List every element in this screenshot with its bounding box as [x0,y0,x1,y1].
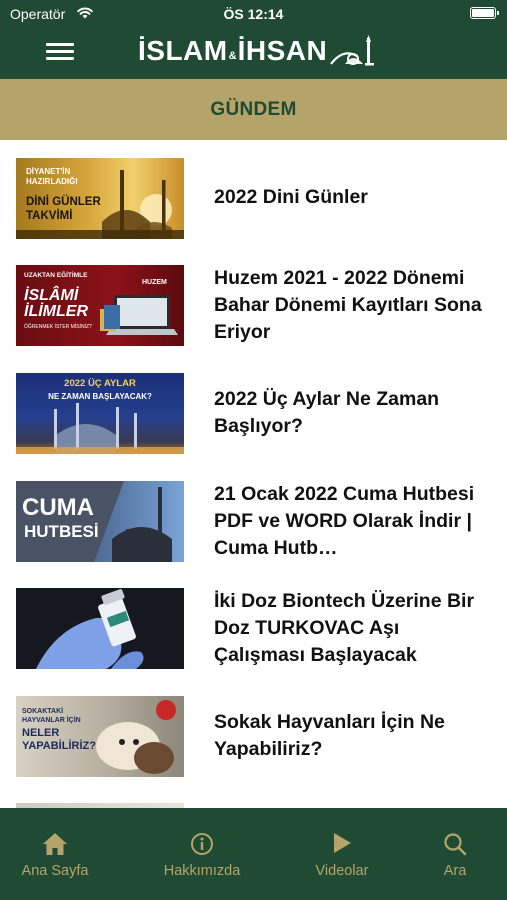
article-item-huzem[interactable]: UZAKTAN EĞİTİMLE İSLÂMİ İLİMLER ÖĞRENMEK… [0,265,507,346]
article-title: İki Doz Biontech Üzerine Bir Doz TURKOVA… [214,590,475,666]
thumb-caption: DİNİ GÜNLER [26,196,101,208]
tab-label: Ana Sayfa [21,863,89,879]
article-thumbnail: UZAKTAN EĞİTİMLE İSLÂMİ İLİMLER ÖĞRENMEK… [16,265,184,346]
play-icon [334,833,351,853]
article-item-dini-gunler[interactable]: DİYANET'İN HAZIRLADIĞI DİNİ GÜNLER TAKVİ… [0,158,507,239]
tab-hakkimizda[interactable]: Hakkımızda [152,808,252,900]
article-title: Huzem 2021 - 2022 Dönemi Bahar Dönemi Ka… [214,267,482,343]
thumb-caption: YAPABİLİRİZ? [22,740,96,752]
section-title: GÜNDEM [210,98,297,120]
thumb-caption: NELER [22,727,60,739]
article-list[interactable]: DİYANET'İN HAZIRLADIĞI DİNİ GÜNLER TAKVİ… [0,140,507,808]
thumb-caption: TAKVİMİ [26,210,73,222]
status-bar: Operatör ÖS 12:14 [0,0,507,28]
thumb-caption: HAYVANLAR İÇİN [22,717,81,724]
thumb-caption: HUTBESİ [24,522,99,541]
tab-ara[interactable]: Ara [424,808,486,900]
article-title: 2022 Üç Aylar Ne Zaman Başlıyor? [214,388,440,437]
article-title: 21 Ocak 2022 Cuma Hutbesi PDF ve WORD Ol… [214,483,475,559]
app-header: Operatör ÖS 12:14 İSLAM & İHSAN [0,0,507,79]
article-item-turkovac[interactable]: İki Doz Biontech Üzerine Bir Doz TURKOVA… [0,588,507,669]
logo-text-ihsan: İHSAN [237,35,328,66]
article-item-uc-aylar[interactable]: 2022 ÜÇ AYLAR NE ZAMAN BAŞLAYACAK? 2022 … [0,373,507,454]
article-thumbnail: 2022 ÜÇ AYLAR NE ZAMAN BAŞLAYACAK? [16,373,184,454]
section-header: GÜNDEM [0,79,507,140]
search-icon [444,833,467,856]
tab-label: Hakkımızda [163,863,241,879]
mosque-logo-icon [330,35,375,66]
thumb-caption: ÖĞRENMEK İSTER MİSİNİZ? [24,324,92,330]
thumb-caption: HUZEM [142,279,167,286]
article-item-cuma-hutbesi[interactable]: CUMA HUTBESİ 21 Ocak 2022 Cuma Hutbesi P… [0,481,507,562]
logo-text-islam: İSLAM [138,35,228,66]
tab-ana-sayfa[interactable]: Ana Sayfa [8,808,102,900]
battery-icon [470,7,499,19]
tab-videolar[interactable]: Videolar [300,808,384,900]
thumb-caption: DİYANET'İN [26,167,71,176]
home-icon [43,833,67,855]
article-thumbnail: CUMA HUTBESİ [16,481,184,562]
logo-ampersand: & [228,49,237,62]
thumb-caption: CUMA [22,494,94,521]
vaccine-vial-icon [36,589,144,669]
article-thumbnail: DİYANET'İN HAZIRLADIĞI DİNİ GÜNLER TAKVİ… [16,158,184,239]
article-thumbnail: SOKAKTAKİ HAYVANLAR İÇİN NELER YAPABİLİR… [16,696,184,777]
article-item-sokak-hayvanlari[interactable]: SOKAKTAKİ HAYVANLAR İÇİN NELER YAPABİLİR… [0,696,507,777]
tab-label: Videolar [315,863,369,879]
thumb-caption: NE ZAMAN BAŞLAYACAK? [48,392,152,401]
app-logo[interactable]: İSLAM & İHSAN [138,33,377,69]
thumb-caption: İLİMLER [24,303,88,320]
article-thumbnail [16,588,184,669]
status-time: ÖS 12:14 [223,6,284,22]
bottom-tab-bar: Ana Sayfa Hakkımızda Videolar Ara [0,808,507,900]
thumb-caption: HAZIRLADIĞI [26,177,78,186]
article-title: Sokak Hayvanları İçin Ne Yapabiliriz? [214,711,445,760]
hamburger-menu-icon[interactable] [46,43,74,61]
info-icon [191,833,213,855]
thumb-caption: 2022 ÜÇ AYLAR [64,378,136,389]
thumb-caption: SOKAKTAKİ [22,708,64,715]
tab-label: Ara [443,863,467,879]
article-title: 2022 Dini Günler [214,186,368,208]
thumb-caption: UZAKTAN EĞİTİMLE [24,272,88,279]
